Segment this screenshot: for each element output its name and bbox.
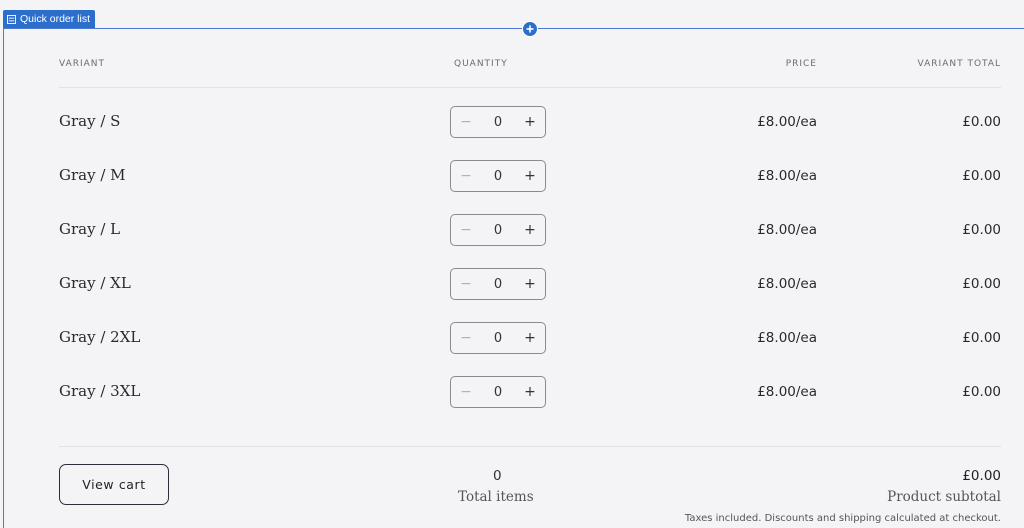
column-header-variant-total: VARIANT TOTAL — [917, 59, 1001, 69]
variant-name: Gray / 3XL — [59, 382, 141, 400]
variant-name: Gray / 2XL — [59, 328, 141, 346]
increase-quantity-button[interactable]: + — [515, 276, 545, 292]
variant-total: £0.00 — [962, 276, 1001, 292]
table-row: Gray / XL − 0 + £8.00/ea £0.00 — [0, 268, 1024, 300]
column-header-variant: VARIANT — [59, 59, 106, 69]
quantity-stepper: − 0 + — [450, 322, 546, 354]
increase-quantity-button[interactable]: + — [515, 114, 545, 130]
quantity-input[interactable]: 0 — [481, 115, 515, 130]
increase-quantity-button[interactable]: + — [515, 168, 545, 184]
total-items-label: Total items — [458, 489, 534, 505]
variant-name: Gray / XL — [59, 274, 131, 292]
increase-quantity-button[interactable]: + — [515, 330, 545, 346]
decrease-quantity-button[interactable]: − — [451, 222, 481, 238]
quantity-input[interactable]: 0 — [481, 223, 515, 238]
quantity-input[interactable]: 0 — [481, 277, 515, 292]
table-row: Gray / 3XL − 0 + £8.00/ea £0.00 — [0, 376, 1024, 408]
quantity-input[interactable]: 0 — [481, 331, 515, 346]
variant-total: £0.00 — [962, 330, 1001, 346]
section-tag[interactable]: Quick order list — [3, 10, 96, 28]
quantity-stepper: − 0 + — [450, 160, 546, 192]
unit-price: £8.00/ea — [757, 330, 817, 346]
variant-name: Gray / L — [59, 220, 121, 238]
table-row: Gray / 2XL − 0 + £8.00/ea £0.00 — [0, 322, 1024, 354]
decrease-quantity-button[interactable]: − — [451, 276, 481, 292]
quantity-stepper: − 0 + — [450, 214, 546, 246]
table-row: Gray / S − 0 + £8.00/ea £0.00 — [0, 106, 1024, 138]
list-icon — [7, 14, 16, 24]
plus-icon — [526, 25, 534, 33]
decrease-quantity-button[interactable]: − — [451, 330, 481, 346]
product-subtotal-label: Product subtotal — [887, 489, 1001, 505]
increase-quantity-button[interactable]: + — [515, 222, 545, 238]
table-row: Gray / M − 0 + £8.00/ea £0.00 — [0, 160, 1024, 192]
quantity-input[interactable]: 0 — [481, 169, 515, 184]
variant-name: Gray / M — [59, 166, 126, 184]
product-subtotal-value: £0.00 — [962, 468, 1001, 484]
unit-price: £8.00/ea — [757, 384, 817, 400]
unit-price: £8.00/ea — [757, 276, 817, 292]
unit-price: £8.00/ea — [757, 114, 817, 130]
increase-quantity-button[interactable]: + — [515, 384, 545, 400]
decrease-quantity-button[interactable]: − — [451, 114, 481, 130]
variant-total: £0.00 — [962, 222, 1001, 238]
add-section-button[interactable] — [522, 21, 538, 37]
variant-name: Gray / S — [59, 112, 121, 130]
variant-total: £0.00 — [962, 168, 1001, 184]
column-header-price: PRICE — [785, 59, 817, 69]
view-cart-button[interactable]: View cart — [59, 464, 169, 505]
decrease-quantity-button[interactable]: − — [451, 168, 481, 184]
quantity-input[interactable]: 0 — [481, 385, 515, 400]
section-tag-label: Quick order list — [20, 13, 91, 25]
unit-price: £8.00/ea — [757, 168, 817, 184]
quantity-stepper: − 0 + — [450, 268, 546, 300]
quantity-stepper: − 0 + — [450, 376, 546, 408]
header-divider — [59, 87, 1001, 88]
variant-total: £0.00 — [962, 114, 1001, 130]
total-items-count: 0 — [493, 468, 502, 484]
quantity-stepper: − 0 + — [450, 106, 546, 138]
variant-total: £0.00 — [962, 384, 1001, 400]
column-header-quantity: QUANTITY — [454, 59, 508, 69]
table-row: Gray / L − 0 + £8.00/ea £0.00 — [0, 214, 1024, 246]
unit-price: £8.00/ea — [757, 222, 817, 238]
decrease-quantity-button[interactable]: − — [451, 384, 481, 400]
footer-divider — [59, 446, 1001, 447]
